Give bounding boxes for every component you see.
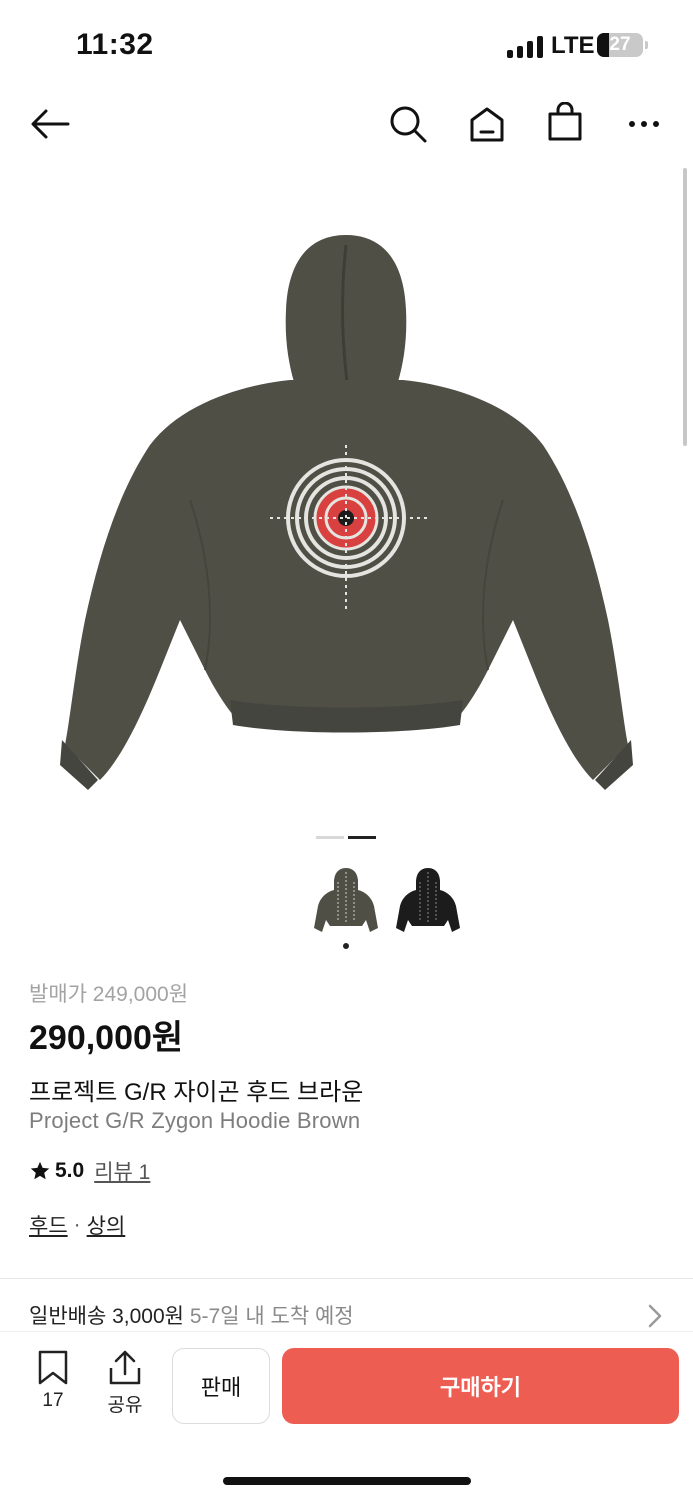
thumbnail-brown[interactable]: [308, 862, 384, 938]
category-top[interactable]: 상의: [87, 1210, 126, 1240]
bookmark-button[interactable]: 17: [30, 1350, 76, 1412]
product-name-en: Project G/R Zygon Hoodie Brown: [29, 1108, 361, 1133]
chevron-right-icon[interactable]: [648, 1304, 662, 1333]
category-row: 후드 · 상의: [29, 1210, 125, 1240]
bookmark-icon: [38, 1350, 68, 1385]
buy-button[interactable]: 구매하기: [282, 1348, 679, 1424]
status-bar: 11:32 LTE 27: [0, 0, 693, 92]
home-icon[interactable]: [465, 102, 509, 146]
share-label: 공유: [107, 1395, 143, 1416]
more-icon[interactable]: [622, 102, 666, 146]
selected-thumbnail-dot: [343, 943, 349, 949]
product-name-ko: 프로젝트 G/R 자이곤 후드 브라운: [29, 1079, 364, 1106]
pager-dot-1[interactable]: [316, 836, 344, 839]
back-arrow-icon[interactable]: [28, 102, 72, 146]
category-hoodie[interactable]: 후드: [29, 1210, 68, 1240]
search-icon[interactable]: [386, 102, 430, 146]
category-separator: ·: [73, 1213, 81, 1236]
signal-icon: [507, 36, 543, 58]
battery-level: 27: [609, 34, 631, 55]
product-image[interactable]: [40, 200, 653, 800]
bottom-bar-divider: [0, 1331, 693, 1332]
rating-row: 5.0 리뷰 1: [29, 1157, 150, 1185]
sell-button[interactable]: 판매: [172, 1348, 270, 1424]
shipping-eta: 5-7일 내 도착 예정: [189, 1305, 354, 1328]
battery-cap: [645, 41, 648, 49]
release-price: 발매가 249,000원: [29, 983, 189, 1006]
shipping-info[interactable]: 일반배송 3,000원 5-7일 내 도착 예정: [29, 1300, 354, 1330]
share-icon: [109, 1350, 141, 1385]
shopping-bag-icon[interactable]: [543, 100, 587, 144]
network-type: LTE: [551, 32, 595, 59]
battery-icon: 27: [597, 33, 643, 57]
pager-dot-2[interactable]: [348, 836, 376, 839]
product-price: 290,000원: [29, 1019, 184, 1057]
shipping-main: 일반배송 3,000원: [29, 1305, 184, 1328]
share-button[interactable]: 공유: [100, 1350, 150, 1417]
bookmark-count: 17: [42, 1390, 64, 1411]
review-link[interactable]: 리뷰 1: [94, 1156, 150, 1186]
rating-value: 5.0: [55, 1159, 85, 1182]
home-indicator[interactable]: [223, 1477, 471, 1485]
status-time: 11:32: [76, 28, 154, 61]
thumbnail-black[interactable]: [390, 862, 466, 938]
star-icon: [30, 1161, 50, 1180]
divider: [0, 1278, 693, 1279]
scrollbar[interactable]: [683, 168, 687, 446]
